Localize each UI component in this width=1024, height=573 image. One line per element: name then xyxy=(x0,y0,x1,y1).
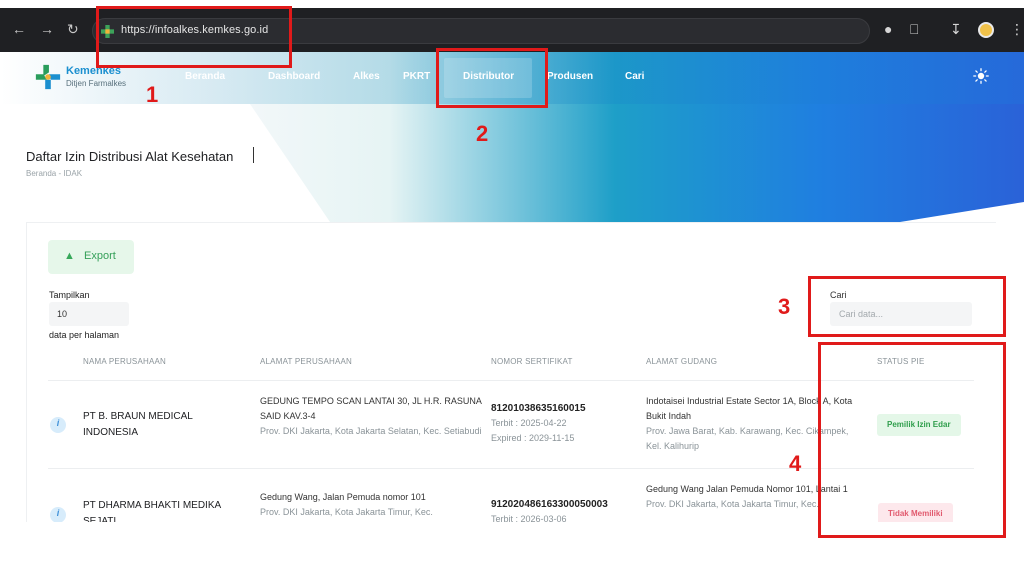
annotation-number-2: 2 xyxy=(476,121,489,146)
col-header-company[interactable]: NAMA PERUSAHAAN xyxy=(83,357,166,366)
page-size-select[interactable]: 10 xyxy=(49,302,129,326)
address-line: Gedung Wang, Jalan Pemuda nomor 101 xyxy=(260,492,426,502)
menu-beranda[interactable]: Beranda xyxy=(185,71,225,82)
company-address: GEDUNG TEMPO SCAN LANTAI 30, JL H.R. RAS… xyxy=(260,394,482,439)
address-line: GEDUNG TEMPO SCAN LANTAI 30, JL H.R. RAS… xyxy=(260,396,482,421)
show-label: Tampilkan xyxy=(49,290,90,300)
kemenkes-logo-icon xyxy=(35,64,61,90)
menu-pkrt[interactable]: PKRT xyxy=(403,71,430,82)
page-title: Daftar Izin Distribusi Alat Kesehatan xyxy=(26,149,234,164)
certificate-info: 81201038635160015 Terbit : 2025-04-22 Ex… xyxy=(491,401,641,446)
col-header-address[interactable]: ALAMAT PERUSAHAAN xyxy=(260,357,352,366)
certificate-info: 912020486163300050003 Terbit : 2026-03-0… xyxy=(491,497,641,522)
menu-produsen[interactable]: Produsen xyxy=(547,71,593,82)
menu-dashboard[interactable]: Dashboard xyxy=(268,71,320,82)
address-region: Prov. DKI Jakarta, Kota Jakarta Selatan,… xyxy=(260,426,482,436)
text-cursor xyxy=(253,147,254,163)
export-label: Export xyxy=(84,250,116,262)
certificate-number: 81201038635160015 xyxy=(491,403,586,414)
annotation-number-3: 3 xyxy=(778,294,791,319)
info-icon[interactable]: i xyxy=(50,417,66,433)
back-icon[interactable]: ← xyxy=(12,22,26,36)
page-size-value: 10 xyxy=(57,309,68,319)
forward-icon[interactable]: → xyxy=(40,22,54,36)
certificate-issued: Terbit : 2026-03-06 xyxy=(491,514,567,522)
annotation-number-1: 1 xyxy=(146,82,159,107)
reload-icon[interactable]: ↻ xyxy=(67,22,79,36)
upload-icon: ▲ xyxy=(64,250,75,262)
annotation-box-url xyxy=(96,6,292,68)
menu-cari[interactable]: Cari xyxy=(625,71,644,82)
profile-avatar[interactable] xyxy=(978,22,994,38)
download-icon[interactable]: ↧ xyxy=(950,21,962,38)
col-header-warehouse[interactable]: ALAMAT GUDANG xyxy=(646,357,717,366)
extensions-icon[interactable]: ⎕ xyxy=(910,21,918,38)
annotation-number-4: 4 xyxy=(789,451,802,476)
theme-toggle-sun-icon[interactable] xyxy=(973,68,989,84)
certificate-number: 912020486163300050003 xyxy=(491,499,608,510)
certificate-expired: Expired : 2029-11-15 xyxy=(491,433,575,443)
per-page-label: data per halaman xyxy=(49,330,120,340)
menu-kebab-icon[interactable]: ⋮ xyxy=(1010,21,1024,38)
annotation-box-distributor xyxy=(436,48,548,108)
logo-subtitle: Ditjen Farmalkes xyxy=(66,79,127,88)
menu-alkes[interactable]: Alkes xyxy=(353,71,380,82)
export-button[interactable]: ▲ Export xyxy=(48,240,134,274)
annotation-box-search xyxy=(808,276,1006,337)
certificate-issued: Terbit : 2025-04-22 xyxy=(491,418,567,428)
company-name: PT B. BRAUN MEDICAL INDONESIA xyxy=(83,411,193,438)
address-region: Prov. DKI Jakarta, Kota Jakarta Timur, K… xyxy=(260,507,433,517)
screenshot-frame: ← → ↻ https://infoalkes.kemkes.go.id ● ⎕… xyxy=(0,0,1024,573)
col-header-cert[interactable]: NOMOR SERTIFIKAT xyxy=(491,357,573,366)
annotation-box-status xyxy=(818,342,1006,538)
company-address: Gedung Wang, Jalan Pemuda nomor 101 Prov… xyxy=(260,490,482,520)
info-icon[interactable]: i xyxy=(50,507,66,522)
company-name: PT DHARMA BHAKTI MEDIKA SEJATI xyxy=(83,500,221,522)
extension-globe-icon[interactable]: ● xyxy=(884,21,892,37)
breadcrumb[interactable]: Beranda - IDAK xyxy=(26,169,82,178)
